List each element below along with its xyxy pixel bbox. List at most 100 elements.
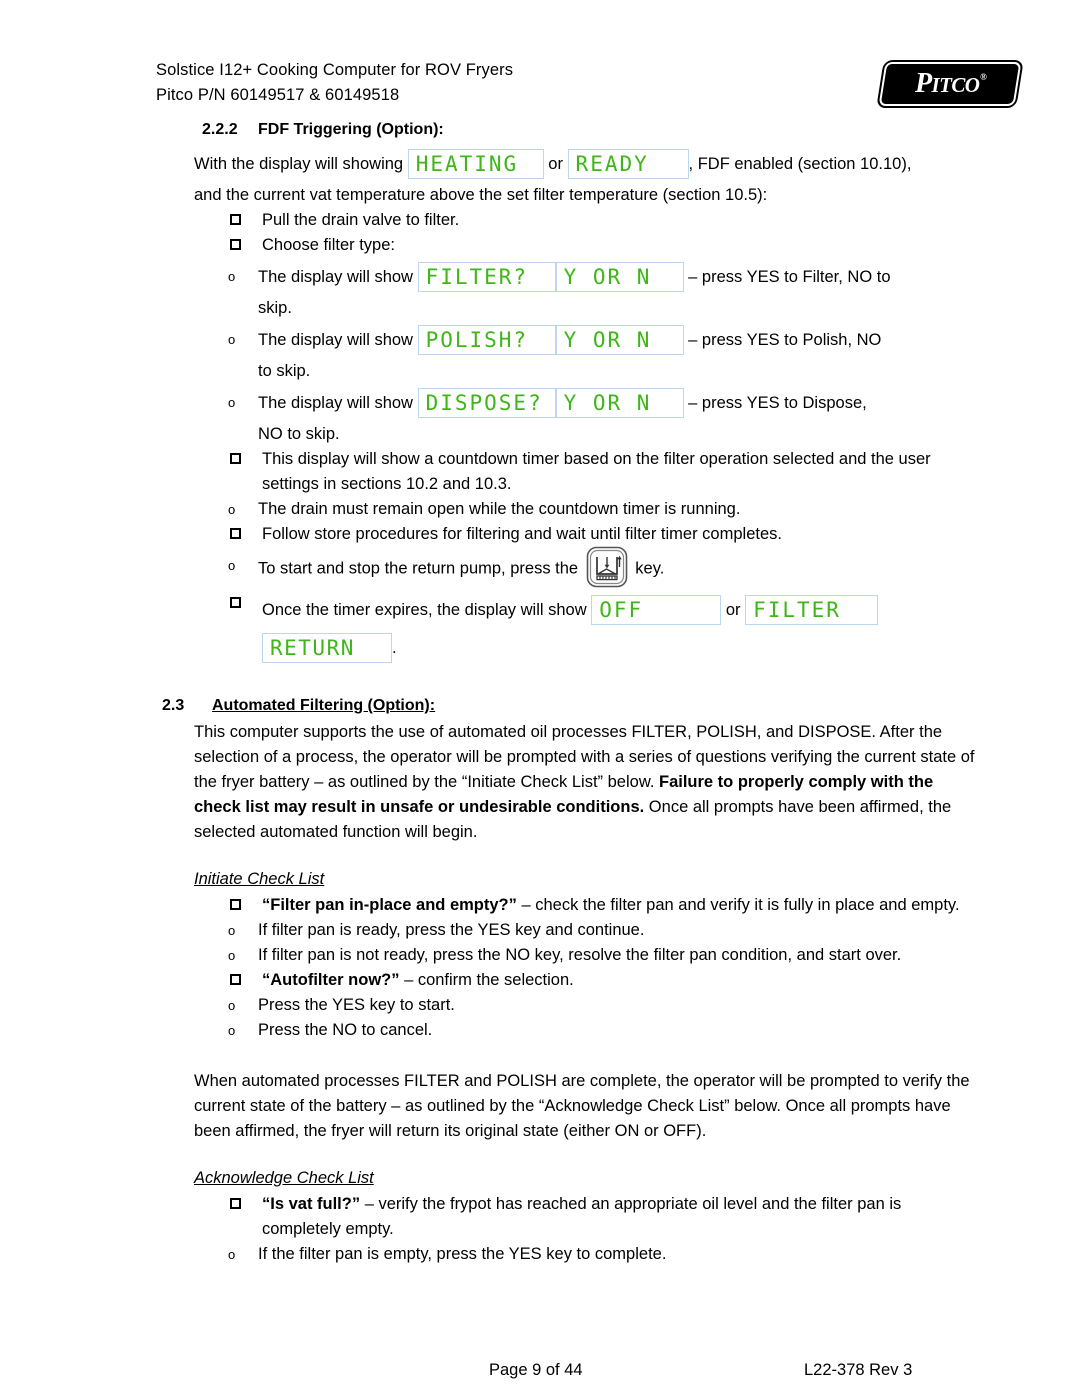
led-display-off: OFF: [591, 594, 722, 625]
return-pump-post: key.: [635, 559, 665, 578]
initiate-check-list-title: Initiate Check List: [194, 870, 325, 888]
list-item-label: If filter pan is ready, press the YES ke…: [258, 921, 645, 939]
circle-bullet-icon: o: [228, 1023, 236, 1038]
list-item-label: Press the YES key to start.: [258, 996, 455, 1014]
circle-bullet-icon: o: [228, 332, 236, 347]
list-item-label: If the filter pan is empty, press the YE…: [258, 1245, 667, 1263]
checkbox-icon: [230, 214, 241, 225]
filter-type-options: o The display will show FILTER? Y OR N – …: [156, 258, 984, 447]
checkbox-icon: [230, 1198, 241, 1209]
timer-return-row: RETURN.: [262, 629, 984, 667]
led-display-dispose-question: DISPOSE?: [417, 387, 556, 418]
return-pump-pre: To start and stop the return pump, press…: [258, 559, 579, 578]
header-line-2: Pitco P/N 60149517 & 60149518: [156, 86, 400, 104]
header-line-1: Solstice I12+ Cooking Computer for ROV F…: [156, 61, 514, 79]
lead-text-2: , FDF enabled (section 10.10),: [688, 155, 912, 173]
list-item-autofilter-now: “Autofilter now?” – confirm the selectio…: [228, 968, 984, 993]
acknowledge-check-list: “Is vat full?” – verify the frypot has r…: [156, 1192, 984, 1242]
timer-period: .: [392, 639, 397, 657]
pitco-logo: PITCO ®: [876, 60, 1024, 108]
return-pump-key-icon: [585, 545, 629, 589]
circle-bullet-icon: o: [228, 558, 236, 573]
section-23-number: 2.3: [162, 697, 185, 714]
list-item-timer-expires: Once the timer expires, the display will…: [228, 591, 984, 667]
circle-bullet-icon: o: [228, 502, 236, 517]
filter-prompt-post: – press YES to Filter, NO to: [688, 268, 891, 286]
section-222-title: FDF Triggering (Option):: [258, 121, 444, 138]
heading-section-222: 2.2.2 FDF Triggering (Option):: [156, 119, 984, 141]
led-display-return: RETURN: [262, 632, 392, 663]
circle-bullet-icon: o: [228, 395, 236, 410]
list-item-filter-pan-in-place: “Filter pan in-place and empty?” – check…: [228, 893, 984, 918]
section-23-paragraph-2: When automated processes FILTER and POLI…: [194, 1072, 970, 1140]
section-222-checklist-4: Once the timer expires, the display will…: [156, 591, 984, 667]
registered-mark-icon: ®: [980, 72, 987, 82]
initiate-sub-list-2: o Press the YES key to start. o Press the …: [156, 993, 984, 1043]
list-item-label: The drain must remain open while the cou…: [258, 500, 741, 518]
footer-document-number: L22-378 Rev 3: [804, 1361, 913, 1379]
item-bold-label: “Filter pan in-place and empty?”: [262, 896, 517, 914]
list-item-filter-pan-empty: o If the filter pan is empty, press the Y…: [223, 1242, 984, 1267]
item-bold-label: “Is vat full?”: [262, 1195, 361, 1213]
logo-p: P: [914, 68, 932, 99]
section-222-checklist-3: Follow store procedures for filtering an…: [156, 522, 984, 547]
list-item-dispose-prompt: o The display will show DISPOSE? Y OR N –…: [223, 384, 984, 447]
acknowledge-check-list-title: Acknowledge Check List: [194, 1169, 374, 1187]
polish-prompt-post: – press YES to Polish, NO: [688, 331, 882, 349]
filter-prompt-cont: skip.: [258, 299, 292, 317]
lead-line-2: and the current vat temperature above th…: [194, 186, 768, 204]
list-item-countdown-timer: This display will show a countdown timer…: [228, 447, 984, 497]
list-item-filter-pan-not-ready: o If filter pan is not ready, press the N…: [223, 943, 984, 968]
led-display-y-or-n: Y OR N: [555, 261, 684, 292]
initiate-check-list-2: “Autofilter now?” – confirm the selectio…: [156, 968, 984, 993]
section-23-title: Automated Filtering (Option):: [212, 697, 436, 714]
header-text-block: Solstice I12+ Cooking Computer for ROV F…: [156, 58, 984, 108]
circle-bullet-icon: o: [228, 269, 236, 284]
circle-bullet-icon: o: [228, 1247, 236, 1262]
circle-bullet-icon: o: [228, 948, 236, 963]
timer-or: or: [725, 601, 741, 619]
checkbox-icon: [230, 974, 241, 985]
initiate-sub-list-1: o If filter pan is ready, press the YES k…: [156, 918, 984, 968]
section-222-checklist-2: This display will show a countdown timer…: [156, 447, 984, 497]
checkbox-icon: [230, 899, 241, 910]
polish-prompt-cont: to skip.: [258, 362, 311, 380]
list-item-choose-filter-type: Choose filter type:: [228, 233, 984, 258]
polish-prompt-pre: The display will show: [258, 331, 413, 349]
initiate-check-list: “Filter pan in-place and empty?” – check…: [156, 893, 984, 918]
list-item-press-yes-start: o Press the YES key to start.: [223, 993, 984, 1018]
return-pump-list: o To start and stop the return pump, pre…: [156, 545, 984, 591]
list-item-follow-store: Follow store procedures for filtering an…: [228, 522, 984, 547]
led-display-heating: HEATING: [407, 148, 544, 179]
led-display-filter-question: FILTER?: [417, 261, 556, 292]
lead-or: or: [548, 155, 563, 173]
section-222-checklist: Pull the drain valve to filter. Choose f…: [156, 208, 984, 258]
list-item-polish-prompt: o The display will show POLISH? Y OR N – …: [223, 321, 984, 384]
checkbox-icon: [230, 597, 241, 608]
led-display-polish-question: POLISH?: [417, 324, 556, 355]
led-display-y-or-n: Y OR N: [555, 387, 684, 418]
filter-prompt-pre: The display will show: [258, 268, 413, 286]
item-rest-label: – confirm the selection.: [399, 971, 574, 989]
circle-bullet-icon: o: [228, 923, 236, 938]
item-rest-label: – check the filter pan and verify it is …: [516, 896, 960, 914]
checkbox-icon: [230, 528, 241, 539]
list-item-press-no-cancel: o Press the NO to cancel.: [223, 1018, 984, 1043]
dispose-prompt-pre: The display will show: [258, 394, 413, 412]
section-222-lead: With the display will showing HEATING or…: [156, 145, 984, 208]
dispose-prompt-cont: NO to skip.: [258, 425, 340, 443]
list-item-pull-drain: Pull the drain valve to filter.: [228, 208, 984, 233]
list-item-is-vat-full: “Is vat full?” – verify the frypot has r…: [228, 1192, 984, 1242]
list-item-label: Press the NO to cancel.: [258, 1021, 433, 1039]
list-item-return-pump: o To start and stop the return pump, pre…: [223, 545, 984, 591]
led-display-y-or-n: Y OR N: [555, 324, 684, 355]
logo-itco: ITCO: [931, 73, 980, 97]
acknowledge-sub-list: o If the filter pan is empty, press the Y…: [156, 1242, 984, 1267]
checkbox-icon: [230, 239, 241, 250]
list-item-filter-prompt: o The display will show FILTER? Y OR N – …: [223, 258, 984, 321]
lead-text-1: With the display will showing: [194, 155, 404, 173]
list-item-label: Pull the drain valve to filter.: [262, 211, 460, 229]
led-display-filter: FILTER: [745, 594, 879, 625]
timer-expires-pre: Once the timer expires, the display will…: [262, 601, 587, 619]
list-item-filter-pan-ready: o If filter pan is ready, press the YES k…: [223, 918, 984, 943]
